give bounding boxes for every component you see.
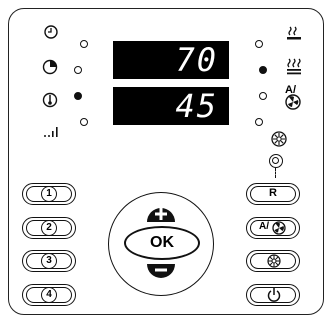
program-3-label: 3 [41, 253, 57, 269]
reset-button[interactable]: R [246, 183, 300, 205]
defrost-button-icon [267, 254, 281, 273]
bottom-display: 45 [113, 87, 229, 125]
signal-level-led [80, 118, 88, 126]
defrost-icon [271, 131, 287, 147]
program-4-label: 4 [41, 287, 57, 303]
heat-waves-led [255, 40, 263, 48]
program-1-button[interactable]: 1 [22, 183, 76, 205]
top-display: 70 [113, 41, 229, 79]
timer-icon [42, 59, 58, 75]
defrost-led [255, 118, 263, 126]
power-button[interactable] [246, 284, 300, 306]
timer-led [74, 66, 82, 74]
program-2-button[interactable]: 2 [22, 217, 76, 239]
program-1-label: 1 [41, 186, 57, 202]
power-icon [267, 287, 281, 308]
fan-icon [272, 221, 286, 240]
program-2-label: 2 [41, 220, 57, 236]
heat-waves-icon [286, 25, 302, 41]
auto-fan-button-label: A/ [259, 221, 269, 232]
steam-icon [286, 58, 302, 76]
bottom-display-value: 45 [175, 87, 218, 125]
defrost-button[interactable] [246, 250, 300, 272]
thermometer-led [74, 92, 82, 100]
auto-fan-icon [285, 94, 301, 110]
auto-fan-led [259, 92, 267, 100]
steam-led [259, 66, 267, 74]
clock-led [80, 40, 88, 48]
signal-level-icon [43, 124, 59, 138]
clock-icon [44, 25, 58, 39]
reset-indicator-lamp [269, 154, 283, 168]
reset-label: R [269, 187, 277, 199]
reset-indicator-line [275, 168, 276, 178]
program-3-button[interactable]: 3 [22, 250, 76, 272]
minus-button[interactable] [146, 262, 176, 286]
ok-button[interactable]: OK [124, 226, 200, 260]
thermometer-icon [42, 92, 58, 108]
top-display-value: 70 [175, 41, 218, 79]
program-4-button[interactable]: 4 [22, 284, 76, 306]
plus-button[interactable] [146, 200, 176, 224]
auto-fan-button[interactable]: A/ [246, 217, 300, 239]
